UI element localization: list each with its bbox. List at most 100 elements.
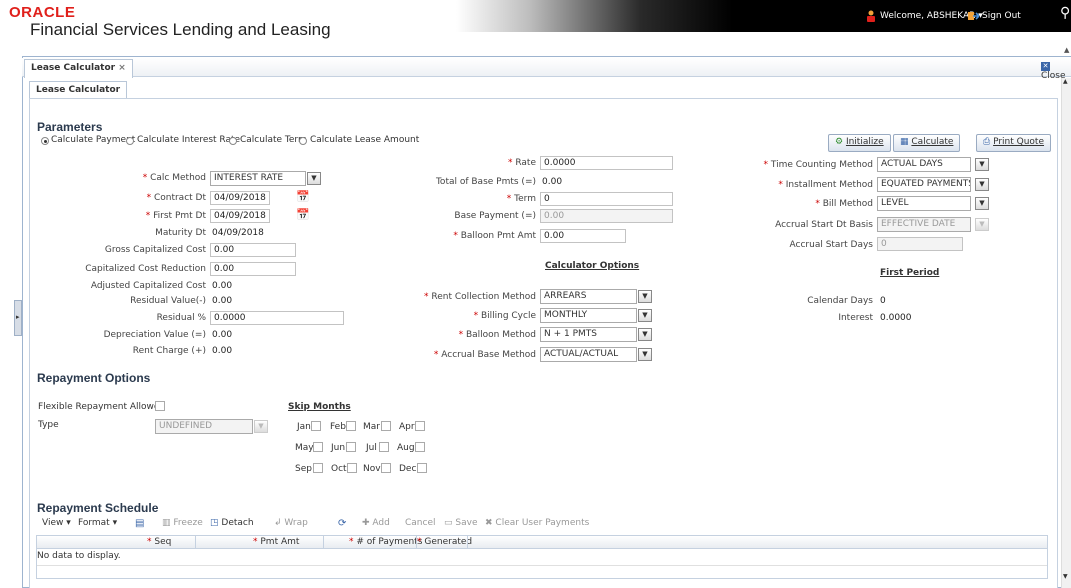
month-feb-checkbox[interactable]	[346, 421, 356, 431]
close-icon[interactable]: ×	[118, 63, 126, 73]
calculate-interest-rate-radio[interactable]	[126, 137, 134, 145]
accrual-start-days-input: 0	[877, 237, 963, 251]
balloon-pmt-amt-input[interactable]: 0.00	[540, 229, 626, 243]
calculator-icon: ▦	[900, 137, 909, 147]
calculate-term-label: Calculate Term	[240, 135, 307, 145]
rate-input[interactable]: 0.0000	[540, 156, 673, 170]
first-pmt-dt-input[interactable]: 04/09/2018	[210, 209, 270, 223]
initialize-icon: ⚙	[835, 137, 844, 147]
depreciation-value: 0.00	[212, 330, 233, 340]
column-divider	[467, 536, 468, 549]
month-jan-checkbox[interactable]	[311, 421, 321, 431]
refresh-icon[interactable]: ⟳	[338, 518, 346, 529]
time-counting-dropdown-arrow[interactable]: ▼	[975, 158, 989, 171]
term-input[interactable]: 0	[540, 192, 673, 206]
installment-method-select[interactable]: EQUATED PAYMENTS	[877, 177, 971, 192]
calculate-payment-label: Calculate Payment	[51, 135, 136, 145]
month-apr-checkbox[interactable]	[415, 421, 425, 431]
calculator-options-heading: Calculator Options	[545, 261, 640, 271]
month-jul-checkbox[interactable]	[379, 442, 389, 452]
format-menu[interactable]: Format ▾	[78, 518, 117, 528]
calc-method-select[interactable]: INTEREST RATE	[210, 171, 306, 186]
term-label: * Term	[506, 194, 536, 204]
flexible-repayment-label: Flexible Repayment Allowed	[38, 402, 166, 412]
column-header-seq[interactable]: * Seq	[147, 537, 171, 547]
product-title: Financial Services Lending and Leasing	[30, 20, 331, 39]
maturity-dt-value: 04/09/2018	[212, 228, 264, 238]
clear-icon: ✖	[485, 518, 493, 528]
add-icon: ✚	[362, 518, 370, 528]
type-label: Type	[38, 420, 59, 430]
calculate-lease-amount-radio[interactable]	[299, 137, 307, 145]
tab-lease-calculator[interactable]: Lease Calculator ×	[24, 59, 133, 78]
collapse-header-icon[interactable]: ▲	[1064, 46, 1069, 54]
bill-method-select[interactable]: LEVEL	[877, 196, 971, 211]
flexible-repayment-checkbox[interactable]	[155, 401, 165, 411]
vertical-scrollbar[interactable]: ▲ ▼	[1061, 78, 1071, 588]
adj-cap-cost-value: 0.00	[212, 281, 233, 291]
cap-cost-reduction-input[interactable]: 0.00	[210, 262, 296, 276]
detach-icon: ◳	[210, 518, 219, 528]
month-mar-checkbox[interactable]	[381, 421, 391, 431]
scroll-up-arrow[interactable]: ▲	[1063, 78, 1068, 85]
calc-method-dropdown-arrow[interactable]: ▼	[307, 172, 321, 185]
gross-cap-cost-label: Gross Capitalized Cost	[104, 245, 206, 255]
column-divider	[323, 536, 324, 549]
rent-collection-select[interactable]: ARREARS	[540, 289, 637, 304]
wrap-button: ↲ Wrap	[274, 518, 308, 528]
calendar-icon[interactable]: 📅	[296, 190, 310, 203]
calendar-icon[interactable]: 📅	[296, 208, 310, 221]
maturity-dt-label: Maturity Dt	[155, 228, 206, 238]
balloon-method-select[interactable]: N + 1 PMTS	[540, 327, 637, 342]
view-menu[interactable]: View ▾	[42, 518, 71, 528]
month-sep-checkbox[interactable]	[313, 463, 323, 473]
sign-out-link[interactable]: Sign Out	[982, 11, 1021, 21]
month-may-checkbox[interactable]	[313, 442, 323, 452]
month-oct-checkbox[interactable]	[347, 463, 357, 473]
side-panel-toggle[interactable]: ▸	[14, 300, 22, 336]
time-counting-select[interactable]: ACTUAL DAYS	[877, 157, 971, 172]
residual-pct-input[interactable]: 0.0000	[210, 311, 344, 325]
contract-dt-input[interactable]: 04/09/2018	[210, 191, 270, 205]
interest-label: Interest	[838, 313, 873, 323]
export-icon[interactable]: ▤	[135, 518, 144, 529]
scroll-down-arrow[interactable]: ▼	[1063, 573, 1068, 580]
column-header-num-payments[interactable]: * # of Payments	[349, 537, 422, 547]
calculate-lease-amount-label: Calculate Lease Amount	[310, 135, 420, 145]
type-dropdown-arrow: ▼	[254, 420, 268, 433]
calculate-button[interactable]: ▦ Calculate	[893, 134, 961, 152]
installment-method-label: * Installment Method	[778, 180, 873, 190]
balloon-method-dropdown-arrow[interactable]: ▼	[638, 328, 652, 341]
month-mar-label: Mar	[363, 422, 380, 432]
calculate-term-radio[interactable]	[229, 137, 237, 145]
calc-method-label: * Calc Method	[142, 173, 206, 183]
print-quote-button[interactable]: ⎙ Print Quote	[976, 134, 1052, 152]
accrual-base-dropdown-arrow[interactable]: ▼	[638, 348, 652, 361]
detach-button[interactable]: ◳ Detach	[210, 518, 254, 528]
month-jun-label: Jun	[331, 443, 346, 453]
depreciation-label: Depreciation Value (=)	[103, 330, 206, 340]
rent-collection-label: * Rent Collection Method	[424, 292, 536, 302]
initialize-button[interactable]: ⚙ Initialize	[828, 134, 891, 152]
month-nov-checkbox[interactable]	[381, 463, 391, 473]
calculate-payment-radio[interactable]	[41, 137, 49, 145]
column-header-pmt-amt[interactable]: * Pmt Amt	[253, 537, 299, 547]
bill-method-dropdown-arrow[interactable]: ▼	[975, 197, 989, 210]
total-base-pmts-label: Total of Base Pmts (=)	[435, 177, 536, 187]
billing-cycle-select[interactable]: MONTHLY	[540, 308, 637, 323]
print-quote-label: Print Quote	[993, 137, 1045, 147]
gross-cap-cost-input[interactable]: 0.00	[210, 243, 296, 257]
month-nov-label: Nov	[363, 464, 381, 474]
month-jun-checkbox[interactable]	[346, 442, 356, 452]
accrual-base-select[interactable]: ACTUAL/ACTUAL	[540, 347, 637, 362]
month-jan-label: Jan	[297, 422, 311, 432]
month-dec-checkbox[interactable]	[417, 463, 427, 473]
search-icon[interactable]: ⚲	[1060, 5, 1070, 21]
rent-collection-dropdown-arrow[interactable]: ▼	[638, 290, 652, 303]
billing-cycle-dropdown-arrow[interactable]: ▼	[638, 309, 652, 322]
column-header-generated[interactable]: * Generated	[417, 537, 472, 547]
tab-label: Lease Calculator	[31, 63, 116, 73]
installment-method-dropdown-arrow[interactable]: ▼	[975, 178, 989, 191]
subtab-lease-calculator[interactable]: Lease Calculator	[29, 81, 128, 99]
month-aug-checkbox[interactable]	[415, 442, 425, 452]
